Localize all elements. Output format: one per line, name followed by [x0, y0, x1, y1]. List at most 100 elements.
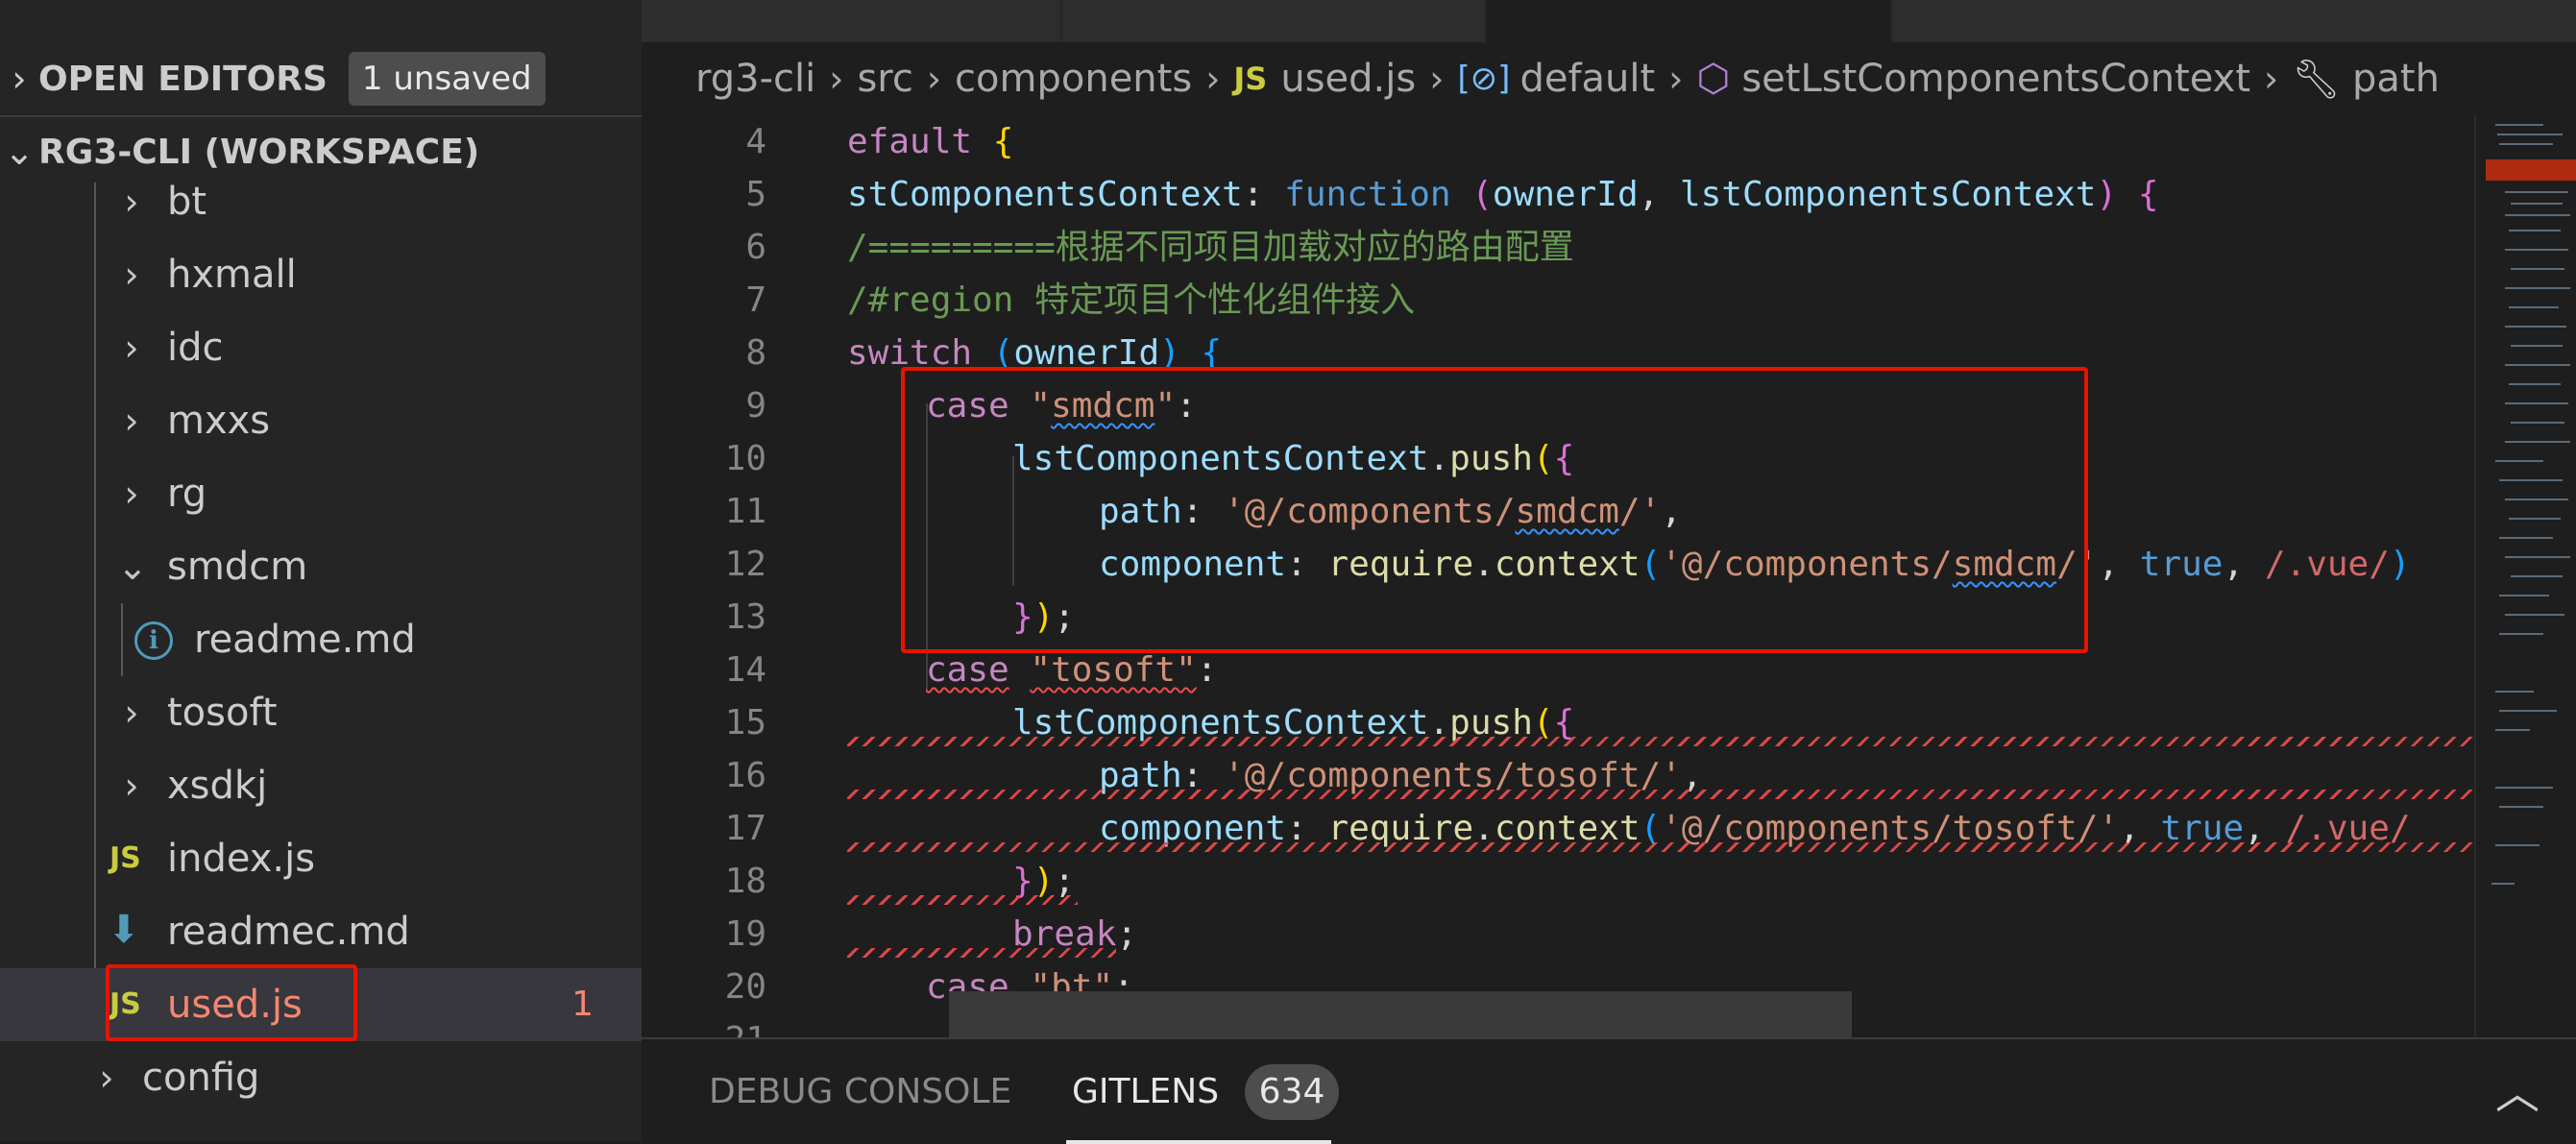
- token: ,: [2223, 545, 2265, 584]
- code-line-7: /#region 特定项目个性化组件接入: [847, 280, 1416, 320]
- tree-label: smdcm: [167, 545, 308, 589]
- error-squiggle: [847, 948, 1116, 958]
- tree-label: mxxs: [167, 399, 271, 443]
- js-file-icon: JS: [109, 841, 141, 875]
- code-line-5: stComponentsContext: function (ownerId, …: [847, 168, 2159, 221]
- line-number: 5: [745, 175, 766, 214]
- tree-folder-config[interactable]: › config: [0, 1041, 642, 1114]
- breadcrumb-item[interactable]: used.js: [1280, 57, 1416, 101]
- chevron-right-icon: ›: [12, 58, 27, 100]
- problem-count: 1: [571, 985, 594, 1024]
- line-number: 20: [724, 967, 766, 1007]
- js-file-icon: JS: [1233, 61, 1268, 97]
- open-editors-title: OPEN EDITORS: [38, 59, 328, 99]
- tree-folder-xsdkj[interactable]: › xsdkj: [0, 749, 642, 822]
- bottom-panel: DEBUG CONSOLE GITLENS 634 ︿: [642, 1037, 2576, 1144]
- code-area[interactable]: 4 5 6 7 8 9 10 11 12 13 14 15 16 17 18 1…: [642, 115, 2476, 1037]
- token: case: [926, 650, 1009, 690]
- code-line-6: /=========根据不同项目加载对应的路由配置: [847, 228, 1574, 267]
- tab-debug-console[interactable]: DEBUG CONSOLE: [709, 1039, 1011, 1144]
- chevron-right-icon: ›: [99, 1057, 114, 1099]
- chevron-right-icon: ›: [1668, 58, 1684, 100]
- editor-tab[interactable]: [1062, 0, 1487, 42]
- token: ): [2389, 545, 2411, 584]
- line-number: 9: [745, 386, 766, 426]
- breadcrumb: rg3-cli › src › components › JS used.js …: [642, 42, 2576, 115]
- tree-folder-idc[interactable]: › idc: [0, 311, 642, 384]
- hover-widget: [949, 991, 1852, 1037]
- tree-label: tosoft: [167, 691, 278, 735]
- tree-file-readmec[interactable]: ⬇ readmec.md: [0, 895, 642, 968]
- line-number: 19: [724, 914, 766, 954]
- tree-file-readme[interactable]: i readme.md: [0, 603, 642, 676]
- editor-tab[interactable]: [642, 0, 1062, 42]
- tree-folder-bt[interactable]: › bt: [0, 165, 642, 238]
- error-squiggle: [847, 790, 2476, 799]
- editor-tab-active[interactable]: [1487, 0, 1892, 42]
- token: {: [972, 122, 1014, 161]
- token: :: [1242, 175, 1285, 214]
- chevron-right-icon: ›: [124, 473, 139, 515]
- line-number: 12: [724, 545, 766, 584]
- tree-folder-partial[interactable]: ›: [0, 1114, 642, 1142]
- tree-folder-tosoft[interactable]: › tosoft: [0, 676, 642, 749]
- minimap[interactable]: [2474, 115, 2576, 1037]
- error-squiggle: [847, 737, 2476, 746]
- tree-folder-rg[interactable]: › rg: [0, 457, 642, 530]
- token: efault: [847, 122, 973, 161]
- line-number: 6: [745, 228, 766, 267]
- line-number: 7: [745, 280, 766, 320]
- line-number: 16: [724, 756, 766, 795]
- token: ): [2096, 175, 2138, 214]
- token: :: [1196, 650, 1218, 690]
- minimap-preview: [2486, 124, 2576, 885]
- breadcrumb-item[interactable]: src: [857, 57, 912, 101]
- tree-label: hxmall: [167, 253, 297, 297]
- code-editor: rg3-cli › src › components › JS used.js …: [642, 0, 2576, 1037]
- token: true: [2139, 545, 2224, 584]
- line-number: 10: [724, 439, 766, 478]
- code-line-4: efault {: [847, 115, 1013, 168]
- chevron-right-icon: ›: [2264, 58, 2279, 100]
- editor-tab-strip: [642, 0, 2576, 42]
- token: ownerId: [1492, 175, 1639, 214]
- editor-tab-actions: [1892, 0, 2576, 42]
- open-editors-header[interactable]: › OPEN EDITORS 1 unsaved: [0, 42, 642, 115]
- tree-folder-hxmall[interactable]: › hxmall: [0, 238, 642, 311]
- chevron-right-icon: ›: [829, 58, 844, 100]
- tree-folder-smdcm[interactable]: ⌄ smdcm: [0, 530, 642, 603]
- line-number: 8: [745, 333, 766, 373]
- token: ,: [2098, 545, 2140, 584]
- chevron-right-icon: ›: [124, 692, 139, 734]
- breadcrumb-item[interactable]: path: [2352, 57, 2440, 101]
- breadcrumb-item[interactable]: setLstComponentsContext: [1741, 57, 2250, 101]
- token: stComponentsContext: [847, 175, 1243, 214]
- token: {: [2137, 175, 2159, 214]
- explorer-sidebar: › OPEN EDITORS 1 unsaved ⌄ RG3-CLI (WORK…: [0, 0, 642, 1142]
- error-squiggle: [847, 842, 2476, 852]
- namespace-icon: [⊘]: [1457, 60, 1511, 98]
- chevron-up-icon[interactable]: ︿: [2495, 1059, 2540, 1122]
- line-number: 11: [724, 492, 766, 531]
- breadcrumb-item[interactable]: rg3-cli: [695, 57, 815, 101]
- tree-label: config: [142, 1056, 260, 1100]
- highlight-box-used-js: [106, 964, 357, 1041]
- chevron-right-icon: ›: [926, 58, 942, 100]
- chevron-right-icon: ›: [1429, 58, 1445, 100]
- breadcrumb-item[interactable]: default: [1519, 57, 1655, 101]
- chevron-right-icon: ›: [124, 181, 139, 223]
- tree-label: xsdkj: [167, 764, 268, 808]
- tree-label: rg: [167, 472, 207, 516]
- tree-folder-mxxs[interactable]: › mxxs: [0, 384, 642, 457]
- line-number: 15: [724, 703, 766, 742]
- tree-file-index-js[interactable]: JS index.js: [0, 822, 642, 895]
- token: ;: [1116, 914, 1138, 954]
- line-number: 13: [724, 597, 766, 637]
- tree-label: index.js: [167, 837, 316, 881]
- wrench-icon: 🔧︎: [2292, 57, 2342, 102]
- breadcrumb-item[interactable]: components: [955, 57, 1192, 101]
- tab-gitlens[interactable]: GITLENS: [1072, 1039, 1219, 1144]
- chevron-right-icon: ›: [124, 254, 139, 296]
- line-number: 18: [724, 862, 766, 901]
